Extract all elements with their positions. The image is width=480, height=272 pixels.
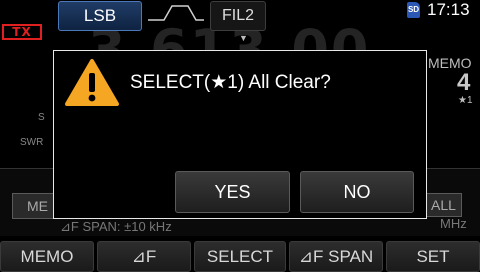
memo-select-mark: ★1: [458, 95, 473, 106]
s-meter-label: S: [38, 112, 45, 123]
mode-button[interactable]: LSB: [58, 1, 142, 31]
tx-indicator: TX: [2, 24, 42, 40]
softkey-delta-f-span[interactable]: ⊿F SPAN: [289, 241, 383, 272]
softkey-select[interactable]: SELECT: [194, 241, 286, 272]
span-readout: ⊿F SPAN: ±10 kHz: [60, 219, 172, 234]
sd-card-icon: SD: [407, 2, 420, 18]
unit-label: MHz: [440, 216, 467, 231]
softkey-memo[interactable]: MEMO: [0, 241, 94, 272]
yes-button[interactable]: YES: [175, 171, 290, 213]
dialog-message: SELECT(★1) All Clear?: [130, 72, 331, 93]
warning-icon: [65, 59, 119, 106]
swr-meter-label: SWR: [20, 137, 44, 148]
filter-button[interactable]: FIL2: [210, 1, 266, 31]
filter-shape-icon: [148, 5, 204, 21]
clock: 17:13: [427, 0, 470, 19]
softkey-delta-f[interactable]: ⊿F: [97, 241, 191, 272]
no-button[interactable]: NO: [300, 171, 414, 213]
filter-caret-icon: ▼: [239, 33, 248, 43]
panel-memo-button[interactable]: ME: [12, 193, 56, 219]
softkey-set[interactable]: SET: [386, 241, 480, 272]
memo-channel: 4: [457, 69, 471, 96]
